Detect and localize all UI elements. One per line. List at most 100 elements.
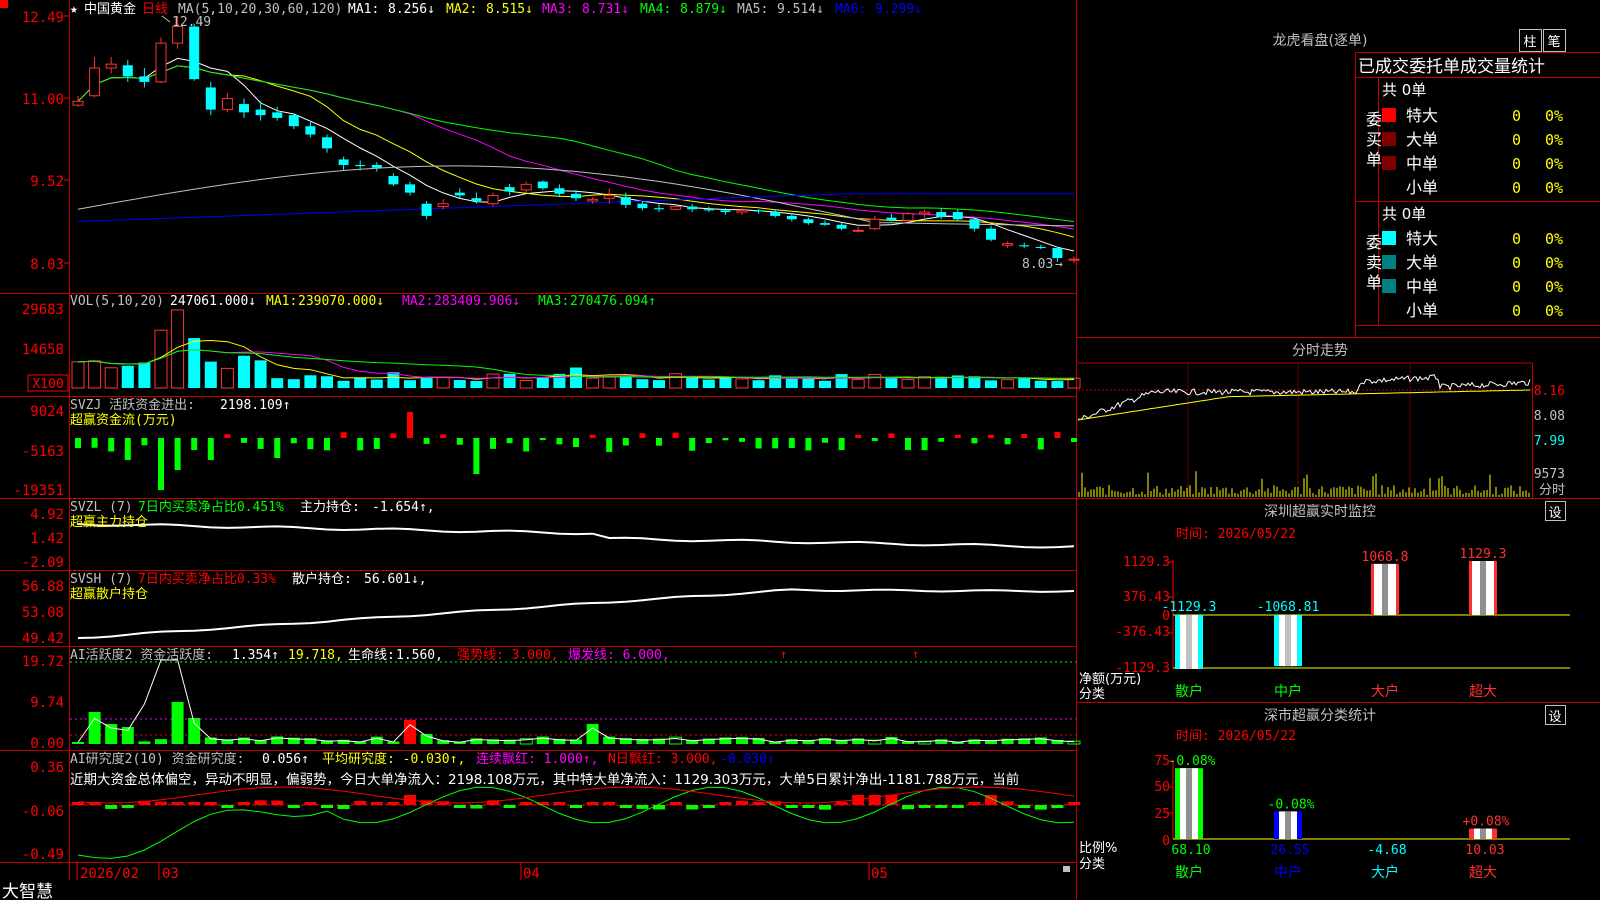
- buy-swatch: [1382, 108, 1396, 122]
- buy-row-percent: 0%: [1545, 155, 1563, 173]
- ai1-y-label-1: 9.74: [30, 695, 64, 711]
- ai2-last: -0.030↑: [720, 752, 775, 767]
- ai1-bar: [88, 712, 101, 744]
- monitor-bar: [1274, 615, 1302, 667]
- volume-bar: [337, 380, 350, 388]
- svzl-y-label-2: -2.09: [22, 555, 64, 571]
- vol-y-label-1: 14658: [22, 342, 64, 358]
- svzj-bar: [340, 432, 347, 438]
- classify-category-label: 大户: [1371, 864, 1399, 881]
- vol-ma2-label: MA2:: [402, 294, 433, 309]
- ai2-bar: [719, 802, 732, 805]
- stock-name: 中国黄金: [84, 1, 136, 17]
- monitor-bar: [1469, 561, 1497, 615]
- volume-bar: [1034, 380, 1047, 388]
- monitor-time: 时间: 2026/05/22: [1176, 527, 1296, 542]
- svzj-bar: [124, 438, 131, 460]
- classify-bar-core: [1480, 828, 1486, 839]
- svzj-bar: [423, 438, 430, 444]
- svzl-subtitle: 超赢主力持仓: [70, 514, 148, 530]
- ai2-bar: [188, 802, 201, 805]
- ai2-summary: 近期大资金总体偏空，异动不明显，偏弱势，今日大单净流入：2198.108万元，其…: [70, 771, 1019, 788]
- svzj-bar: [158, 438, 164, 490]
- candle: [255, 109, 266, 116]
- ai1-life-value: 1.560,: [396, 648, 443, 663]
- classify-change-label: +0.08%: [1463, 815, 1510, 830]
- ai2-bar: [304, 802, 317, 805]
- ma4-label: MA4:: [640, 2, 671, 17]
- candle: [72, 100, 84, 106]
- high-price-label: 12.49: [172, 15, 211, 30]
- buy-swatch: [1382, 156, 1396, 170]
- svzj-bar: [440, 434, 447, 438]
- volume-bar: [304, 375, 317, 388]
- ai1-bar: [171, 702, 184, 744]
- candle: [355, 164, 366, 167]
- classify-value-label: 26.55: [1270, 843, 1309, 858]
- buy-row-percent: 0%: [1545, 107, 1563, 125]
- ai2-bar: [603, 802, 616, 805]
- svzj-bar: [1071, 438, 1077, 442]
- vol-header: VOL(5,10,20): [70, 294, 164, 309]
- candle: [1035, 246, 1046, 249]
- ai2-y-label-2: -0.49: [22, 847, 64, 863]
- ai1-header: AI活跃度2 资金活跃度:: [70, 647, 213, 663]
- classify-change-label: -0.08%: [1268, 797, 1315, 812]
- monitor-unit: 净额(万元): [1079, 672, 1141, 687]
- sell-swatch: [1382, 279, 1396, 293]
- ai2-bar: [968, 802, 981, 805]
- ai2-bar: [553, 802, 566, 805]
- lock-icon[interactable]: [1063, 866, 1070, 872]
- monitor-bar-core: [1480, 561, 1486, 615]
- classify-title: 深市超赢分类统计: [1264, 707, 1376, 724]
- svzj-bar: [473, 438, 480, 474]
- svzj-bar: [108, 438, 115, 452]
- candle: [703, 209, 714, 211]
- ai2-avg: 平均研究度: -0.030↑,: [322, 751, 465, 767]
- sell-row-label: 特大: [1406, 229, 1438, 248]
- candle: [587, 198, 599, 202]
- ai2-bar: [1068, 802, 1080, 805]
- buy-row-label: 中单: [1406, 154, 1438, 173]
- ai1-bar: [404, 720, 416, 744]
- buy-row-volume: 0: [1512, 131, 1521, 149]
- candle: [504, 187, 515, 192]
- svsh-y-label-1: 53.08: [22, 605, 64, 621]
- volume-bar: [785, 378, 798, 388]
- volume-bar: [238, 355, 250, 388]
- svzj-bar: [224, 434, 231, 438]
- classify-category-label: 超大: [1469, 865, 1497, 881]
- volume-bar: [636, 379, 649, 388]
- candle: [537, 181, 548, 189]
- candle: [239, 104, 249, 113]
- svzj-bar: [523, 438, 530, 452]
- svzl-header: SVZL (7): [70, 500, 133, 515]
- vol-y-label-0: 29683: [22, 302, 64, 318]
- classify-cat-label: 分类: [1079, 857, 1105, 872]
- ai2-bar: [155, 801, 167, 805]
- ma5-label: MA5:: [737, 2, 768, 17]
- monitor-settings-label: 设: [1548, 506, 1561, 521]
- volume-bar: [752, 380, 765, 388]
- intraday-unit: 分时: [1539, 483, 1565, 498]
- volume-bar: [885, 377, 898, 388]
- classify-bar-core: [1186, 768, 1192, 839]
- monitor-y-2: 0: [1162, 609, 1170, 624]
- classify-y-2: 25: [1154, 807, 1170, 822]
- brand-logo: 大智慧: [2, 882, 53, 900]
- ai2-bar: [121, 805, 134, 808]
- ai2-bar: [951, 805, 964, 808]
- svzj-bar: [390, 433, 397, 438]
- ma3-label: MA3:: [542, 2, 573, 17]
- svzj-bar: [921, 438, 928, 451]
- ai1-bar: [155, 739, 167, 744]
- svsh-label: 散户持仓:: [292, 571, 352, 587]
- candle: [603, 194, 615, 199]
- ai2-bar: [204, 802, 217, 805]
- candle: [886, 217, 897, 221]
- ma2-value: 8.515↓: [486, 2, 533, 17]
- period-label[interactable]: 日线: [142, 2, 168, 17]
- classify-bar: [1469, 828, 1497, 839]
- classify-bar-core: [1285, 811, 1291, 839]
- svzj-bar: [739, 438, 745, 442]
